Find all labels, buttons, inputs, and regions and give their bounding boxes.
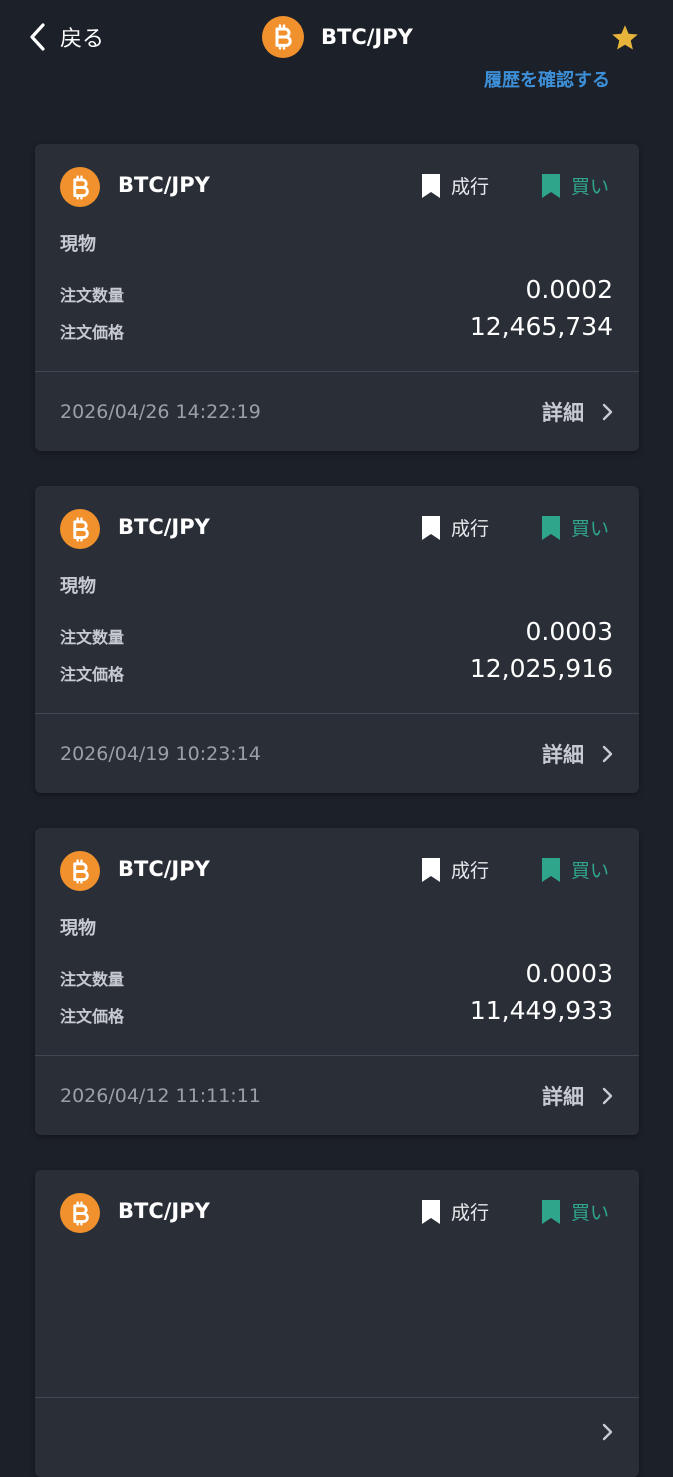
- back-label: 戻る: [60, 27, 105, 52]
- order-type-tag: 成行: [421, 172, 489, 199]
- back-button[interactable]: 戻る: [28, 18, 104, 56]
- star-icon: [612, 25, 638, 50]
- order-category: 現物: [60, 234, 96, 255]
- order-type-label: 成行: [451, 1202, 490, 1224]
- order-pair: BTC/JPY: [118, 173, 210, 197]
- bookmark-icon: [422, 173, 440, 198]
- order-pair: BTC/JPY: [118, 515, 210, 539]
- detail-button[interactable]: 詳細: [542, 739, 613, 769]
- bookmark-icon: [422, 857, 440, 882]
- order-pair: BTC/JPY: [118, 857, 210, 881]
- order-type-tag: 成行: [421, 856, 489, 883]
- card-divider: [35, 1055, 639, 1056]
- order-side-tag: 買い: [541, 856, 609, 883]
- quantity-label: 注文数量: [60, 970, 125, 989]
- card-divider: [35, 713, 639, 714]
- order-category: 現物: [60, 918, 96, 939]
- order-type-tag: 成行: [421, 514, 489, 541]
- detail-button[interactable]: 詳細: [542, 1081, 613, 1111]
- bookmark-icon: [542, 857, 560, 882]
- order-type-label: 成行: [451, 176, 490, 198]
- chevron-right-icon: [602, 1087, 613, 1105]
- card-divider: [35, 1397, 639, 1398]
- bitcoin-icon: [262, 16, 304, 58]
- quantity-value: 0.0003: [525, 617, 613, 646]
- quantity-label: 注文数量: [60, 286, 125, 305]
- chevron-left-icon: [30, 23, 45, 51]
- order-side-label: 買い: [571, 176, 610, 198]
- bookmark-icon: [422, 515, 440, 540]
- bookmark-icon: [542, 1199, 560, 1224]
- chevron-right-icon: [602, 745, 613, 763]
- order-card: BTC/JPY 成行 買い 現物 注文数量 0.0003 注文価格 11,449…: [35, 828, 639, 1135]
- page-title: BTC/JPY: [262, 16, 413, 58]
- order-side-tag: 買い: [541, 1198, 609, 1225]
- price-label: 注文価格: [60, 323, 125, 342]
- card-divider: [35, 371, 639, 372]
- quantity-value: 0.0002: [525, 275, 613, 304]
- price-value: 12,465,734: [469, 312, 613, 341]
- order-timestamp: 2026/04/19 10:23:14: [60, 743, 261, 765]
- detail-label: 詳細: [542, 1085, 584, 1109]
- bitcoin-icon: [60, 167, 100, 207]
- favorite-button[interactable]: [610, 23, 640, 53]
- order-type-tag: 成行: [421, 1198, 489, 1225]
- bookmark-icon: [422, 1199, 440, 1224]
- price-label: 注文価格: [60, 665, 125, 684]
- bookmark-icon: [542, 515, 560, 540]
- bookmark-icon: [542, 173, 560, 198]
- chevron-right-icon: [602, 1423, 613, 1441]
- detail-button[interactable]: 詳細: [542, 397, 613, 427]
- history-link[interactable]: 履歴を確認する: [484, 66, 610, 92]
- order-card: BTC/JPY 成行 買い 現物 注文数量 0.0002 注文価格 12,465…: [35, 144, 639, 451]
- quantity-label: 注文数量: [60, 628, 125, 647]
- detail-label: 詳細: [542, 743, 584, 767]
- bitcoin-icon: [60, 1193, 100, 1233]
- order-type-label: 成行: [451, 860, 490, 882]
- order-side-label: 買い: [571, 1202, 610, 1224]
- order-side-tag: 買い: [541, 172, 609, 199]
- order-side-label: 買い: [571, 860, 610, 882]
- bitcoin-icon: [60, 509, 100, 549]
- order-side-label: 買い: [571, 518, 610, 540]
- order-type-label: 成行: [451, 518, 490, 540]
- chevron-right-icon: [602, 403, 613, 421]
- bitcoin-icon: [60, 851, 100, 891]
- app-header: 戻る BTC/JPY 履歴を確認する: [0, 0, 673, 91]
- order-timestamp: 2026/04/12 11:11:11: [60, 1085, 261, 1107]
- order-side-tag: 買い: [541, 514, 609, 541]
- price-label: 注文価格: [60, 1007, 125, 1026]
- pair-title: BTC/JPY: [321, 25, 413, 49]
- order-category: 現物: [60, 576, 96, 597]
- order-pair: BTC/JPY: [118, 1199, 210, 1223]
- price-value: 12,025,916: [469, 654, 613, 683]
- order-card: BTC/JPY 成行 買い: [35, 1170, 639, 1477]
- order-timestamp: 2026/04/26 14:22:19: [60, 401, 261, 423]
- order-card: BTC/JPY 成行 買い 現物 注文数量 0.0003 注文価格 12,025…: [35, 486, 639, 793]
- detail-label: 詳細: [542, 401, 584, 425]
- detail-button[interactable]: [584, 1423, 613, 1441]
- price-value: 11,449,933: [469, 996, 613, 1025]
- quantity-value: 0.0003: [525, 959, 613, 988]
